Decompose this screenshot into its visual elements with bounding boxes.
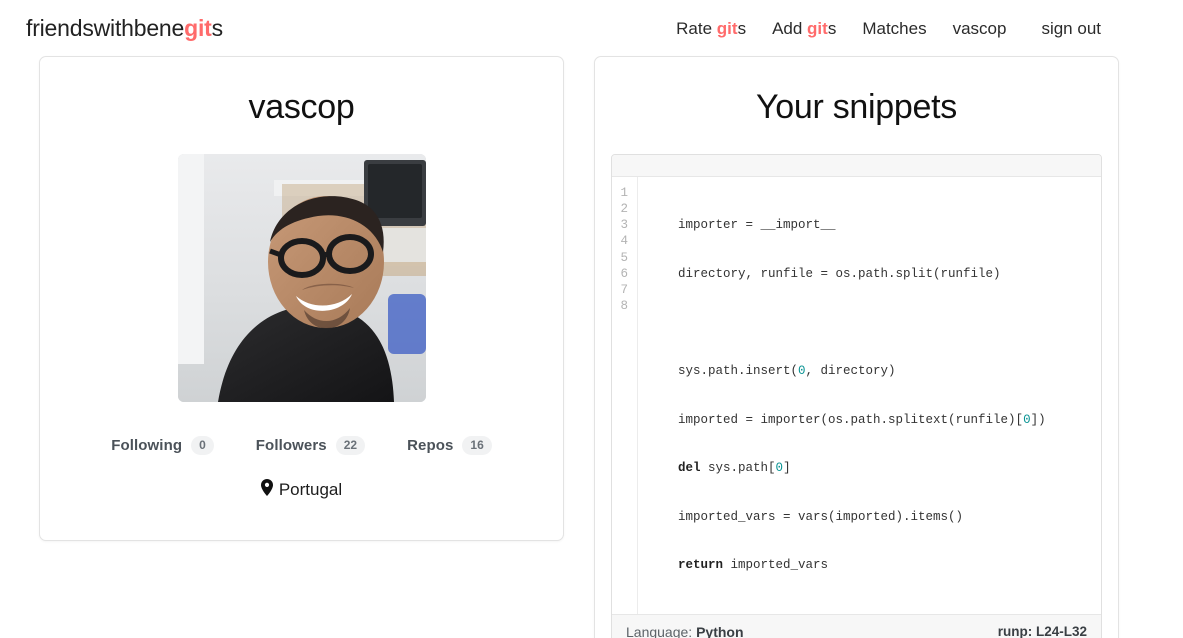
nav-link-username[interactable]: vascop	[940, 20, 1020, 37]
snippet-footer: Language: Python runp: L24-L32	[612, 613, 1101, 638]
avatar-container	[60, 153, 543, 402]
code-line: imported = importer(os.path.splitext(run…	[648, 412, 1046, 427]
stat-followers-label: Followers	[255, 436, 327, 454]
line-number: 2	[620, 201, 628, 216]
stat-repos-count: 16	[462, 435, 492, 455]
line-number: 4	[620, 234, 628, 249]
map-pin-icon	[260, 478, 273, 501]
profile-location: Portugal	[60, 478, 543, 501]
code-line: sys.path.insert(0, directory)	[648, 363, 896, 378]
nav-link-matches[interactable]: Matches	[849, 20, 939, 37]
code-line: importer = __import__	[648, 218, 836, 233]
snippets-title: Your snippets	[756, 88, 957, 126]
page-title: vascop	[248, 88, 355, 126]
stat-repos-label: Repos	[407, 436, 454, 454]
profile-location-text: Portugal	[278, 479, 343, 499]
nav-link-add-gits-suffix: s	[827, 18, 837, 38]
line-number: 6	[620, 266, 628, 281]
nav-links: Rate gits Add gits Matches vascop sign o…	[663, 20, 1157, 37]
line-number: 5	[620, 250, 628, 265]
nav-link-add-gits[interactable]: Add gits	[759, 20, 849, 37]
nav-link-sign-out[interactable]: sign out	[1019, 20, 1101, 37]
top-navbar: friendswithbenegits Rate gits Add gits M…	[0, 0, 1183, 56]
stat-following-count: 0	[191, 435, 214, 455]
stat-repos: Repos 16	[407, 435, 492, 455]
avatar-photo	[177, 153, 426, 402]
stat-followers: Followers 22	[255, 435, 366, 455]
nav-link-rate-gits[interactable]: Rate gits	[663, 20, 759, 37]
stat-followers-count: 22	[335, 435, 366, 455]
snippet-code-area: 1 2 3 4 5 6 7 8 importer = __import__ di…	[612, 176, 1101, 614]
brand-suffix: s	[211, 14, 224, 41]
nav-link-rate-gits-highlight: git	[716, 18, 738, 38]
brand-highlight: git	[184, 14, 212, 41]
stat-following: Following 0	[111, 435, 214, 455]
snippet-code: importer = __import__ directory, runfile…	[638, 177, 1101, 614]
code-line: directory, runfile = os.path.split(runfi…	[648, 266, 1001, 281]
nav-link-add-gits-prefix: Add	[772, 18, 808, 38]
brand-prefix: friendswithbene	[26, 14, 185, 41]
brand-logo[interactable]: friendswithbenegits	[26, 14, 224, 41]
stat-following-label: Following	[111, 436, 183, 454]
line-number: 7	[620, 282, 628, 297]
snippet-topbar	[612, 154, 1101, 177]
snippet-item[interactable]: 1 2 3 4 5 6 7 8 importer = __import__ di…	[611, 153, 1102, 638]
line-number: 1	[620, 185, 628, 200]
code-line: return imported_vars	[678, 558, 829, 573]
snippet-language-label: Language:	[626, 623, 693, 638]
code-line: del sys.path[0]	[678, 461, 791, 476]
snippet-line-numbers: 1 2 3 4 5 6 7 8	[612, 176, 638, 614]
snippet-language-value: Python	[696, 623, 744, 638]
nav-link-add-gits-highlight: git	[807, 18, 828, 38]
profile-card: vascop Following 0 Followers 22 Repos 16…	[39, 56, 564, 541]
snippet-language: Language: Python	[626, 624, 744, 638]
nav-link-rate-gits-prefix: Rate	[676, 18, 717, 38]
avatar	[177, 153, 426, 402]
snippet-reference: runp: L24-L32	[997, 624, 1087, 638]
line-number: 3	[620, 218, 628, 233]
line-number: 8	[620, 299, 628, 314]
nav-link-rate-gits-suffix: s	[737, 18, 747, 38]
page-content: vascop Following 0 Followers 22 Repos 16…	[0, 56, 1183, 638]
code-line: imported_vars = vars(imported).items()	[648, 509, 964, 524]
profile-stats: Following 0 Followers 22 Repos 16	[60, 435, 543, 455]
snippets-card: Your snippets 1 2 3 4 5 6 7 8 importer =…	[594, 56, 1119, 638]
